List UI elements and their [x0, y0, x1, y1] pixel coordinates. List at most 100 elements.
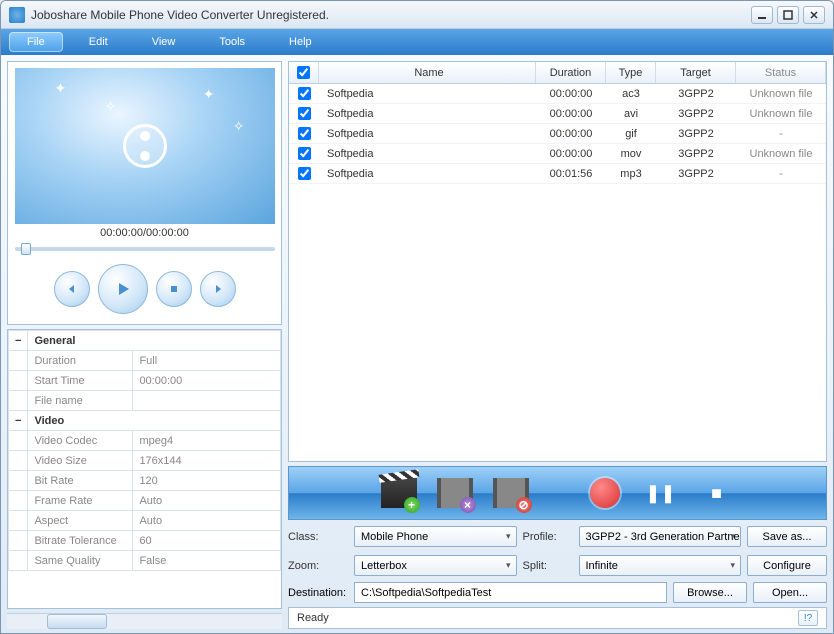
profile-select[interactable]: 3GPP2 - 3rd Generation Partnership Proje: [579, 526, 742, 547]
class-select[interactable]: Mobile Phone: [354, 526, 517, 547]
destination-row: Destination: C:\Softpedia\SoftpediaTest …: [288, 582, 827, 603]
seek-slider[interactable]: [15, 242, 275, 256]
record-button[interactable]: [584, 473, 626, 513]
header-checkbox[interactable]: [289, 62, 319, 83]
cell-duration: 00:00:00: [536, 108, 606, 120]
menu-file[interactable]: File: [9, 32, 63, 52]
sparkle-icon: ✧: [105, 98, 117, 115]
zoom-select[interactable]: Letterbox: [354, 555, 517, 576]
close-button[interactable]: [803, 6, 825, 24]
prop-value[interactable]: 176x144: [133, 451, 281, 471]
open-button[interactable]: Open...: [753, 582, 827, 603]
pause-button[interactable]: ❚❚: [640, 473, 682, 513]
block-badge-icon: ⊘: [516, 497, 532, 513]
prop-value[interactable]: 00:00:00: [133, 371, 281, 391]
scrollbar-thumb[interactable]: [47, 614, 107, 629]
next-button[interactable]: [200, 271, 236, 307]
minimize-button[interactable]: [751, 6, 773, 24]
menu-tools[interactable]: Tools: [201, 32, 263, 52]
prop-value[interactable]: Full: [133, 351, 281, 371]
row-checkbox[interactable]: [298, 127, 311, 140]
header-status[interactable]: Status: [736, 62, 826, 83]
x-badge-icon: ×: [460, 497, 476, 513]
class-label: Class:: [288, 531, 348, 543]
slider-thumb[interactable]: [21, 243, 31, 255]
row-checkbox[interactable]: [298, 107, 311, 120]
cell-target: 3GPP2: [656, 128, 736, 140]
table-row[interactable]: Softpedia00:00:00gif3GPP2-: [289, 124, 826, 144]
menu-edit[interactable]: Edit: [71, 32, 126, 52]
prev-button[interactable]: [54, 271, 90, 307]
add-file-button[interactable]: +: [378, 473, 420, 513]
app-icon: [9, 7, 25, 23]
horizontal-scrollbar[interactable]: [7, 613, 282, 629]
properties-panel: −General DurationFull Start Time00:00:00…: [7, 329, 282, 609]
action-toolbar: + × ⊘ ❚❚ ■: [288, 466, 827, 520]
split-select[interactable]: Infinite: [579, 555, 742, 576]
destination-input[interactable]: C:\Softpedia\SoftpediaTest: [354, 582, 667, 603]
row-checkbox[interactable]: [298, 167, 311, 180]
prop-value[interactable]: Auto: [133, 511, 281, 531]
table-row[interactable]: Softpedia00:00:00avi3GPP2Unknown file: [289, 104, 826, 124]
cell-type: mov: [606, 148, 656, 160]
destination-label: Destination:: [288, 587, 348, 599]
stop-conversion-button[interactable]: ■: [696, 473, 738, 513]
prop-label: Frame Rate: [28, 491, 133, 511]
header-name[interactable]: Name: [319, 62, 536, 83]
film-reel-icon: [123, 124, 167, 168]
prop-value[interactable]: 60: [133, 531, 281, 551]
status-text: Ready: [297, 612, 329, 624]
row-checkbox[interactable]: [298, 87, 311, 100]
cell-status: -: [736, 168, 826, 180]
clear-files-button[interactable]: ⊘: [490, 473, 532, 513]
help-button[interactable]: !?: [798, 610, 818, 626]
maximize-button[interactable]: [777, 6, 799, 24]
select-all-checkbox[interactable]: [297, 66, 310, 79]
profile-label: Profile:: [523, 531, 573, 543]
play-button[interactable]: [98, 264, 148, 314]
stop-icon: ■: [702, 478, 732, 508]
saveas-button[interactable]: Save as...: [747, 526, 827, 547]
status-bar: Ready !?: [288, 607, 827, 629]
prop-value[interactable]: 120: [133, 471, 281, 491]
cell-type: avi: [606, 108, 656, 120]
content: ✦ ✧ ✦ ✧ 00:00:00/00:00:00 −G: [1, 55, 833, 634]
cell-name: Softpedia: [319, 148, 536, 160]
collapse-video[interactable]: −: [9, 411, 28, 431]
prop-value[interactable]: mpeg4: [133, 431, 281, 451]
collapse-general[interactable]: −: [9, 331, 28, 351]
cell-name: Softpedia: [319, 108, 536, 120]
browse-button[interactable]: Browse...: [673, 582, 747, 603]
row-checkbox[interactable]: [298, 147, 311, 160]
split-label: Split:: [523, 560, 573, 572]
prop-label: Duration: [28, 351, 133, 371]
prop-label: Start Time: [28, 371, 133, 391]
cell-name: Softpedia: [319, 88, 536, 100]
remove-file-button[interactable]: ×: [434, 473, 476, 513]
record-icon: [590, 478, 620, 508]
sparkle-icon: ✧: [233, 118, 245, 135]
table-row[interactable]: Softpedia00:00:00ac33GPP2Unknown file: [289, 84, 826, 104]
menu-help[interactable]: Help: [271, 32, 330, 52]
prop-value[interactable]: Auto: [133, 491, 281, 511]
prop-label: Bit Rate: [28, 471, 133, 491]
menubar: File Edit View Tools Help: [1, 29, 833, 55]
cell-status: -: [736, 128, 826, 140]
cell-duration: 00:00:00: [536, 128, 606, 140]
configure-button[interactable]: Configure: [747, 555, 827, 576]
header-duration[interactable]: Duration: [536, 62, 606, 83]
prop-value[interactable]: [133, 391, 281, 411]
cell-name: Softpedia: [319, 168, 536, 180]
prop-value[interactable]: False: [133, 551, 281, 571]
table-row[interactable]: Softpedia00:01:56mp33GPP2-: [289, 164, 826, 184]
table-row[interactable]: Softpedia00:00:00mov3GPP2Unknown file: [289, 144, 826, 164]
header-target[interactable]: Target: [656, 62, 736, 83]
cell-target: 3GPP2: [656, 148, 736, 160]
prop-label: Video Size: [28, 451, 133, 471]
right-column: Name Duration Type Target Status Softped…: [288, 61, 827, 629]
prop-label: Aspect: [28, 511, 133, 531]
header-type[interactable]: Type: [606, 62, 656, 83]
stop-button[interactable]: [156, 271, 192, 307]
menu-view[interactable]: View: [134, 32, 194, 52]
pause-icon: ❚❚: [646, 478, 676, 508]
